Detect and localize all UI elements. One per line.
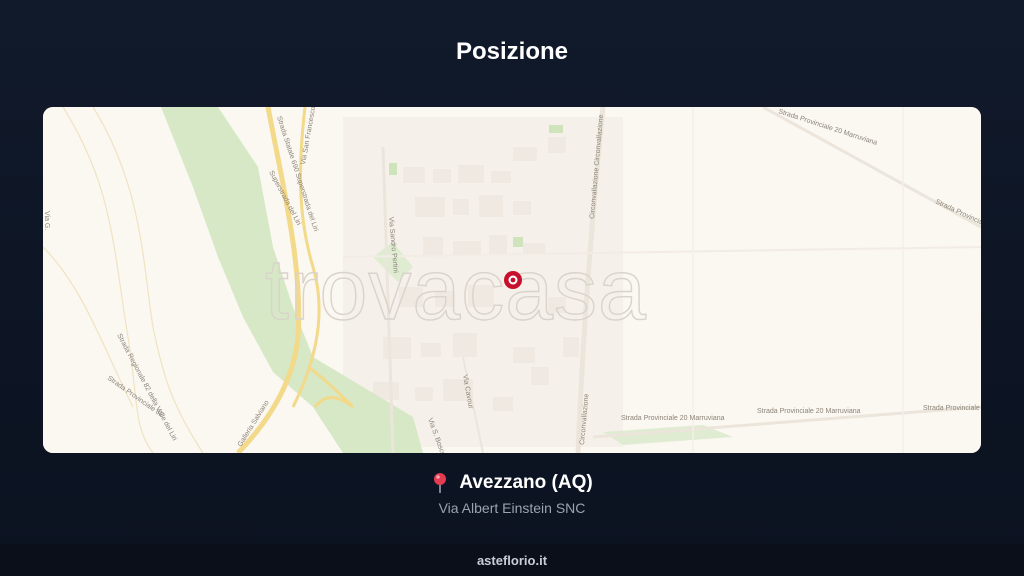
map-marker-icon[interactable] [504,271,522,289]
location-address: Via Albert Einstein SNC [438,500,586,516]
location-block: Avezzano (AQ) [0,472,1024,499]
watermark-logo: trovacasa [265,242,647,338]
footer-brand: asteflorio.it [476,552,548,568]
map-view[interactable]: Via San Francesco Strada Statale 690 Sup… [43,107,981,453]
map-canvas: Via San Francesco Strada Statale 690 Sup… [43,107,981,453]
road-label-sp20-bottom-1: Strada Provinciale 20 Marruviana [621,415,725,422]
road-label-sp20-bottom-2: Strada Provinciale 20 Marruviana [757,408,861,415]
location-city: Avezzano (AQ) [459,472,593,493]
page-title: Posizione [455,38,569,65]
footer-bar: asteflorio.it [0,544,1024,576]
red-pushpin-icon [431,472,449,494]
road-label-left-edge: Via G. [43,211,50,230]
road-label-sp-bottom-right: Strada Provinciale [923,405,980,412]
